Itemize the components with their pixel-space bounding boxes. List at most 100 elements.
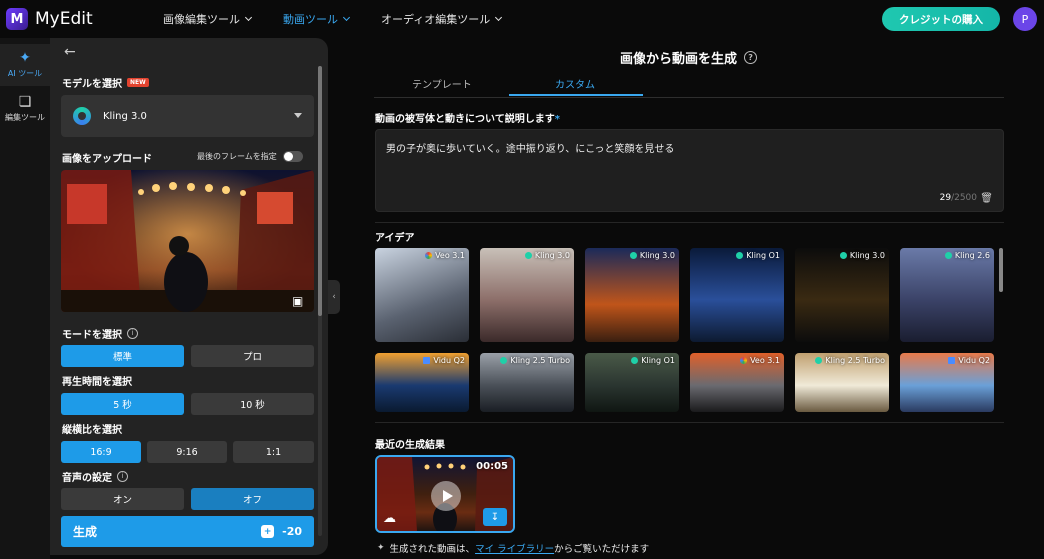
label-text: 動画の被写体と動きについて説明します <box>375 114 555 125</box>
tab-custom[interactable]: カスタム <box>555 76 595 91</box>
rail-item-edit-tools[interactable]: ❏ 編集ツール <box>0 88 50 130</box>
nav-audio-tools[interactable]: オーディオ編集ツール <box>381 11 503 27</box>
veo-logo-icon <box>425 252 433 259</box>
rail-label: 編集ツール <box>5 113 45 122</box>
credit-gem-icon: + <box>261 525 275 538</box>
chevron-down-icon <box>244 13 253 22</box>
mode-standard-button[interactable]: 標準 <box>61 345 184 367</box>
info-icon[interactable]: i <box>117 471 128 482</box>
duration-section-label: 再生時間を選択 <box>62 377 132 388</box>
idea-thumbnail[interactable]: Kling 3.0 <box>480 248 574 342</box>
kling-logo-icon <box>631 357 639 364</box>
model-select[interactable]: Kling 3.0 <box>61 95 314 137</box>
tab-template[interactable]: テンプレート <box>412 76 472 91</box>
last-frame-toggle[interactable] <box>282 151 303 162</box>
new-badge: NEW <box>127 78 149 87</box>
vidu-logo-icon <box>948 357 956 364</box>
kling-logo-icon <box>736 252 744 259</box>
top-bar: M MyEdit 画像編集ツール 動画ツール オーディオ編集ツール クレジットの… <box>0 0 1044 38</box>
prompt-label: 動画の被写体と動きについて説明します* <box>375 110 560 125</box>
aspect-9-16-button[interactable]: 9:16 <box>147 441 227 463</box>
download-button[interactable]: ↧ <box>483 508 507 526</box>
active-tab-indicator <box>509 94 643 96</box>
buy-credits-button[interactable]: クレジットの購入 <box>882 7 1000 31</box>
idea-thumbnail[interactable]: Veo 3.1 <box>375 248 469 342</box>
play-icon[interactable] <box>431 481 461 511</box>
model-badge: Kling 3.0 <box>629 251 675 260</box>
nav-image-tools[interactable]: 画像編集ツール <box>163 11 253 27</box>
badge-label: Kling O1 <box>746 251 780 260</box>
avatar[interactable]: P <box>1013 7 1037 31</box>
info-icon[interactable]: i <box>127 328 138 339</box>
badge-label: Kling 2.6 <box>954 251 990 260</box>
divider <box>375 222 1004 223</box>
aspect-16-9-button[interactable]: 16:9 <box>61 441 141 463</box>
nav-label: 画像編集ツール <box>163 13 240 26</box>
nav-video-tools[interactable]: 動画ツール <box>283 11 351 27</box>
idea-thumbnail[interactable]: Kling 3.0 <box>585 248 679 342</box>
magic-wand-icon: ✦ <box>19 50 31 66</box>
prompt-textarea[interactable]: 男の子が奥に歩いていく。途中振り返り、にこっと笑顔を見せる 29/2500 🗑 <box>375 129 1004 212</box>
generate-button[interactable]: 生成 + -20 <box>61 516 314 547</box>
idea-thumbnail[interactable]: Kling O1 <box>585 353 679 412</box>
model-badge: Kling O1 <box>631 356 675 365</box>
duration-10s-button[interactable]: 10 秒 <box>191 393 314 415</box>
logo-mark: M <box>6 8 28 30</box>
festival-scene-image <box>61 170 314 312</box>
download-icon: ↧ <box>490 511 500 523</box>
logo[interactable]: M MyEdit <box>6 8 93 30</box>
help-icon[interactable]: ? <box>744 51 758 64</box>
collapse-panel-handle[interactable]: ‹ <box>328 280 340 314</box>
idea-thumbnail[interactable]: Veo 3.1 <box>690 353 784 412</box>
model-badge: Vidu Q2 <box>423 356 465 365</box>
idea-thumbnail[interactable]: Kling 2.6 <box>900 248 994 342</box>
idea-thumbnail[interactable]: Kling 3.0 <box>795 248 889 342</box>
nav-label: オーディオ編集ツール <box>381 13 491 26</box>
layers-icon: ❏ <box>18 94 32 110</box>
char-counter: 29/2500 <box>940 193 977 203</box>
recent-results-label: 最近の生成結果 <box>375 440 445 451</box>
aspect-1-1-button[interactable]: 1:1 <box>233 441 314 463</box>
idea-thumbnail[interactable]: Kling 2.5 Turbo <box>480 353 574 412</box>
label-text: 音声の設定 <box>62 473 112 484</box>
uploaded-image[interactable]: ▣ <box>61 170 314 312</box>
idea-thumbnail[interactable]: Vidu Q2 <box>375 353 469 412</box>
ideas-label: アイデア <box>375 233 415 244</box>
duration-5s-button[interactable]: 5 秒 <box>61 393 184 415</box>
caret-down-icon <box>294 113 302 118</box>
chevron-left-icon: ‹ <box>332 292 336 302</box>
badge-label: Veo 3.1 <box>435 251 465 260</box>
badge-label: Kling 3.0 <box>639 251 675 260</box>
cloud-icon[interactable]: ☁ <box>383 511 396 526</box>
idea-thumbnail[interactable]: Kling O1 <box>690 248 784 342</box>
audio-on-button[interactable]: オン <box>61 488 184 510</box>
tool-rail: ✦ AI ツール ❏ 編集ツール <box>0 38 50 559</box>
ideas-scrollbar[interactable] <box>999 248 1003 292</box>
audio-off-button[interactable]: オフ <box>191 488 314 510</box>
model-badge: Kling 2.5 Turbo <box>815 356 885 365</box>
app-name: MyEdit <box>35 9 93 29</box>
credit-cost: + -20 <box>261 525 302 538</box>
footnote-text: 生成された動画は、 <box>389 544 476 555</box>
rail-label: AI ツール <box>7 69 43 78</box>
kling-logo-icon <box>500 357 508 364</box>
scrollbar-thumb[interactable] <box>318 66 322 316</box>
badge-label: Veo 3.1 <box>750 356 780 365</box>
recent-video-card[interactable]: 00:05 ☁ ↧ <box>375 455 515 533</box>
model-section-label: モデルを選択 NEW <box>62 75 149 90</box>
last-frame-option: 最後のフレームを指定 <box>197 151 303 162</box>
idea-thumbnail[interactable]: Kling 2.5 Turbo <box>795 353 889 412</box>
kling-logo-icon <box>839 252 847 259</box>
idea-thumbnail[interactable]: Vidu Q2 <box>900 353 994 412</box>
model-badge: Kling 3.0 <box>839 251 885 260</box>
trash-icon[interactable]: 🗑 <box>980 193 993 204</box>
crop-icon[interactable]: ▣ <box>292 294 303 308</box>
badge-label: Vidu Q2 <box>433 356 465 365</box>
rail-item-ai-tools[interactable]: ✦ AI ツール <box>0 44 50 86</box>
panel-scrollbar[interactable] <box>318 66 322 536</box>
my-library-link[interactable]: マイ ライブラリー <box>475 541 554 555</box>
mode-tabs: テンプレート カスタム <box>374 70 1004 98</box>
mode-pro-button[interactable]: プロ <box>191 345 314 367</box>
kling-logo-icon <box>944 252 952 259</box>
back-arrow-icon[interactable]: ← <box>64 44 76 60</box>
